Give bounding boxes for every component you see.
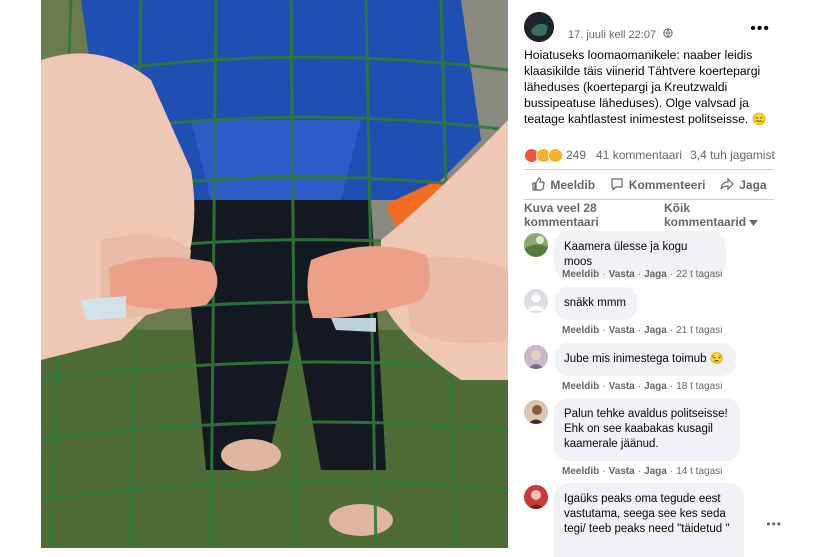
post-panel: 17. juuli kell 22:07 ••• Hoiatuseks loom… bbox=[516, 0, 786, 557]
share-arrow-icon bbox=[720, 177, 735, 194]
globe-icon bbox=[663, 28, 673, 41]
comment-time[interactable]: 21 t tagasi bbox=[676, 325, 722, 336]
comment-share-link[interactable]: Jaga bbox=[644, 466, 667, 477]
comment-text: Kaamera ülesse ja kogu moos bbox=[564, 241, 688, 268]
share-count[interactable]: 3,4 tuh jagamist bbox=[690, 148, 775, 162]
comment-like-link[interactable]: Meeldib bbox=[562, 466, 599, 477]
comment-share-link[interactable]: Jaga bbox=[644, 325, 667, 336]
comment-button[interactable]: Kommenteeri bbox=[610, 177, 706, 194]
comment-like-link[interactable]: Meeldib bbox=[562, 269, 599, 280]
commenter-avatar[interactable] bbox=[524, 345, 548, 369]
comment-reply-link[interactable]: Vasta bbox=[609, 325, 635, 336]
comment-bubble: snäkk mmm bbox=[554, 287, 638, 320]
post-photo[interactable] bbox=[41, 0, 508, 548]
post-timestamp-text[interactable]: 17. juuli kell 22:07 bbox=[568, 29, 656, 41]
like-button[interactable]: Meeldib bbox=[531, 176, 596, 194]
reaction-emojis[interactable] bbox=[524, 147, 563, 163]
reaction-count[interactable]: 249 bbox=[566, 148, 586, 162]
comment-reply-link[interactable]: Vasta bbox=[609, 381, 635, 392]
divider bbox=[524, 199, 774, 200]
commenter-avatar[interactable] bbox=[524, 289, 548, 313]
avatar-image bbox=[524, 12, 554, 42]
view-more-comments-link[interactable]: Kuva veel 28 kommentaari bbox=[524, 201, 634, 229]
sausages-photo-illustration bbox=[41, 0, 508, 548]
comment-bubble: Igaüks peaks oma tegude eest vastutama, … bbox=[554, 483, 744, 557]
comment-share-link[interactable]: Jaga bbox=[644, 269, 667, 280]
comment-like-link[interactable]: Meeldib bbox=[562, 325, 599, 336]
comments-controls: Kuva veel 28 kommentaari Kõik kommentaar… bbox=[524, 201, 774, 231]
comment-options-icon[interactable]: ••• bbox=[766, 517, 782, 531]
comment-bubble: Palun tehke avaldus politseisse! Ehk on … bbox=[554, 398, 740, 461]
commenter-avatar[interactable] bbox=[524, 233, 548, 257]
comment-count[interactable]: 41 kommentaari bbox=[596, 148, 682, 162]
comment-reply-link[interactable]: Vasta bbox=[609, 466, 635, 477]
reaction-bar: 249 41 kommentaari 3,4 tuh jagamist bbox=[524, 145, 786, 165]
comment-like-link[interactable]: Meeldib bbox=[562, 381, 599, 392]
comment-text: Palun tehke avaldus politseisse! Ehk on … bbox=[564, 408, 728, 450]
comment-meta: Meeldib · Vasta · Jaga · 18 t tagasi bbox=[562, 381, 723, 392]
post-actions: Meeldib Kommenteeri Jaga bbox=[524, 170, 774, 200]
comment-text: Igaüks peaks oma tegude eest vastutama, … bbox=[564, 493, 730, 535]
comment-time[interactable]: 18 t tagasi bbox=[676, 381, 722, 392]
comment-text: Jube mis inimestega toimub 😒 bbox=[564, 353, 725, 365]
share-button[interactable]: Jaga bbox=[720, 177, 767, 194]
comment-meta: Meeldib · Vasta · Jaga · 21 t tagasi bbox=[562, 325, 723, 336]
comment-time[interactable]: 22 t tagasi bbox=[676, 269, 722, 280]
comment-label: Kommenteeri bbox=[628, 178, 706, 192]
comment-share-link[interactable]: Jaga bbox=[644, 381, 667, 392]
thumbs-up-icon bbox=[531, 176, 545, 194]
comment-meta: Meeldib · Vasta · Jaga · 22 t tagasi bbox=[562, 269, 723, 280]
comment-meta: Meeldib · Vasta · Jaga · 14 t tagasi bbox=[562, 466, 723, 477]
post-header: 17. juuli kell 22:07 ••• bbox=[524, 12, 784, 44]
comment-bubble: Jube mis inimestega toimub 😒 bbox=[554, 343, 736, 376]
share-label: Jaga bbox=[739, 178, 767, 192]
post-timestamp[interactable]: 17. juuli kell 22:07 bbox=[568, 28, 673, 41]
comment-text: snäkk mmm bbox=[564, 297, 626, 309]
post-text: Hoiatuseks loomaomanikele: naaber leidis… bbox=[524, 48, 767, 126]
wow-reaction-icon bbox=[548, 147, 563, 163]
commenter-avatar[interactable] bbox=[524, 485, 548, 509]
comment-sort-label: Kõik kommentaarid bbox=[664, 201, 747, 229]
comment-reply-link[interactable]: Vasta bbox=[609, 269, 635, 280]
comment-time[interactable]: 14 t tagasi bbox=[676, 466, 722, 477]
more-horizontal-icon[interactable]: ••• bbox=[750, 20, 770, 38]
caret-down-icon bbox=[749, 215, 759, 229]
comment-sort-dropdown[interactable]: Kõik kommentaarid bbox=[664, 201, 774, 229]
like-label: Meeldib bbox=[550, 178, 596, 192]
author-avatar[interactable] bbox=[524, 12, 554, 42]
commenter-avatar[interactable] bbox=[524, 400, 548, 424]
comment-icon bbox=[610, 177, 624, 194]
